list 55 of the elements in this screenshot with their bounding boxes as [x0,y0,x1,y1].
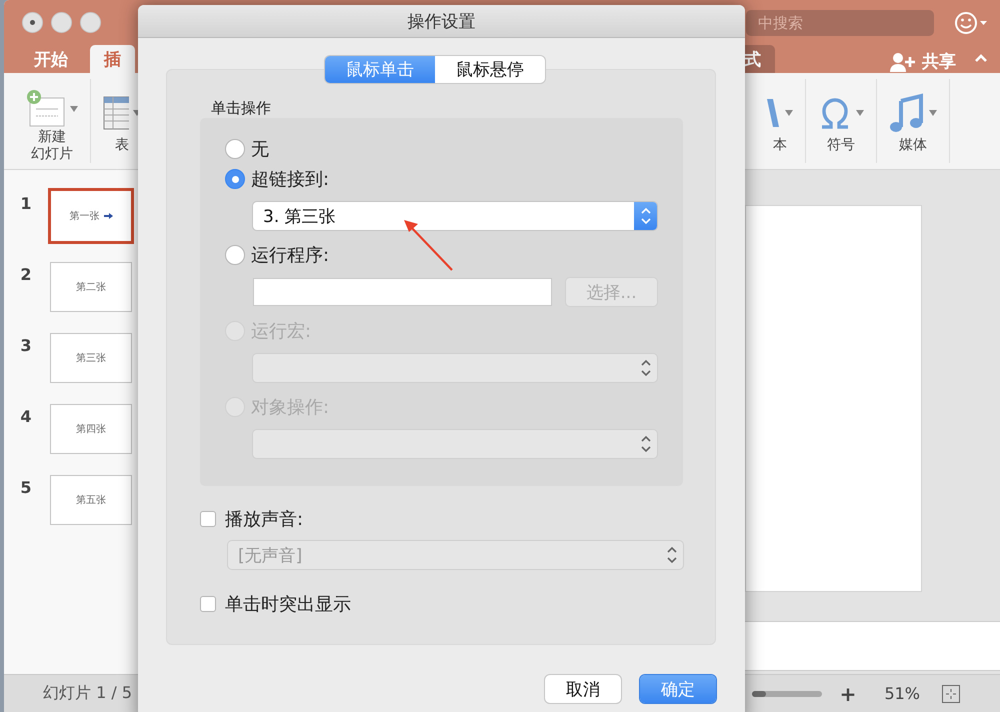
caret-icon [856,110,864,116]
zoom-level: 51% [884,684,920,703]
notes-area[interactable] [745,621,1000,671]
ribbon-button[interactable]: 新建 幻灯片 [14,79,91,163]
annotation-arrow [404,220,453,271]
search-field[interactable]: 中搜索 [746,10,934,36]
radio-button[interactable] [225,245,245,265]
fit-icon[interactable] [942,684,960,702]
ribbon-tab[interactable]: 插 [90,45,135,73]
slide-number: 4 [19,406,33,428]
slide-thumbnail[interactable]: 第四张 [50,404,132,454]
slide-number: 5 [19,477,33,499]
new-slide-icon [26,89,66,129]
option-label: 超链接到: [251,168,330,191]
slide-count: 幻灯片 1 / 5 [42,683,132,704]
slide-thumbnail[interactable]: 第五张 [50,475,132,525]
slide-thumbnail[interactable]: 第二张 [50,262,132,312]
radio-button[interactable] [225,169,245,189]
dialog-title: 操作设置 [408,10,476,32]
caret-icon [929,110,937,116]
dropdown[interactable]: 3. 第三张 [253,202,657,230]
stepper-icon [640,207,650,225]
ribbon-button[interactable]: 符号 [806,79,877,163]
slide-number: 2 [19,264,33,286]
ribbon-button[interactable]: 媒体 [877,79,950,163]
ribbon-button[interactable]: 本 [755,79,806,163]
section-label: 单击操作 [211,100,272,116]
option-label: 播放声音: [225,508,304,531]
music-note-icon [889,93,925,133]
slide-thumbnail[interactable]: 第三张 [50,333,132,383]
option-label: 无 [251,138,269,161]
slide-thumbnail[interactable]: 第一张 [48,188,134,244]
dialog-button[interactable]: 取消 [545,675,621,703]
checkbox[interactable] [200,511,216,527]
window-control[interactable] [22,12,43,33]
segment-tab[interactable]: 鼠标悬停 [435,56,545,83]
smiley-icon[interactable] [954,10,988,34]
zoom-slider[interactable] [752,690,822,696]
slide-number: 1 [19,193,33,215]
right-arrow-icon [104,213,112,219]
caret-icon [785,110,793,116]
stepper-icon [640,359,650,377]
dialog-button[interactable]: 确定 [640,675,716,703]
checkbox[interactable] [200,596,216,612]
option-label: 单击时突出显示 [225,593,351,616]
option-label: 运行程序: [251,244,330,267]
stepper-icon [640,435,650,453]
table-icon [103,95,129,131]
program-field[interactable] [253,278,552,306]
radio-button[interactable] [225,139,245,159]
add-person-icon [890,52,916,72]
zoom-in-button[interactable]: + [840,682,856,706]
stepper-icon [666,546,676,564]
slide-number: 3 [19,335,33,357]
caret-icon [70,106,78,112]
